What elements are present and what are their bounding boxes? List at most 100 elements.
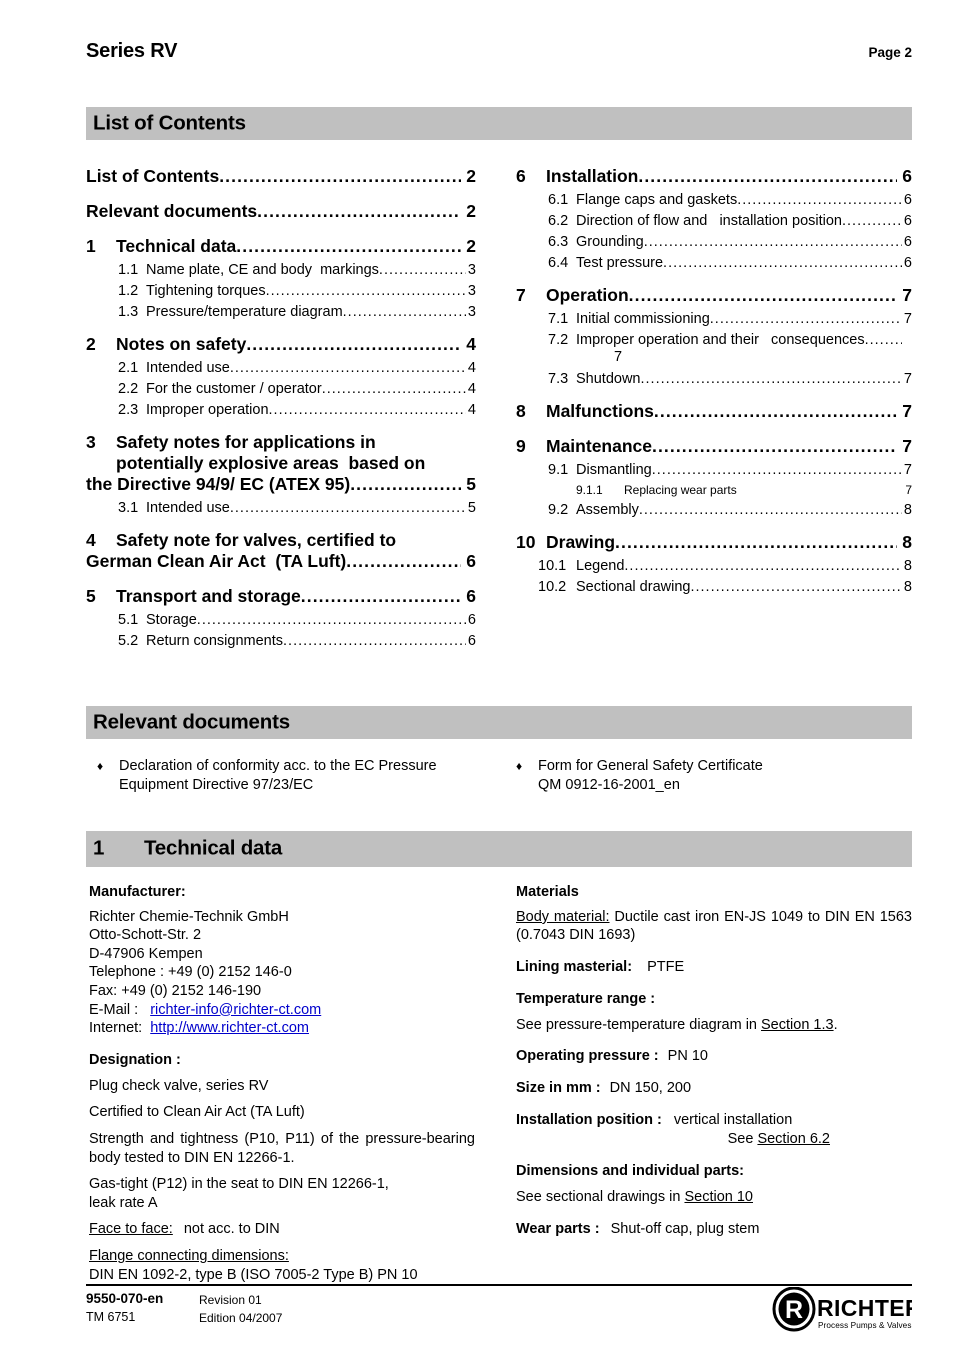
toc-entry-level-2[interactable]: 5.1 Storage .............................… (86, 612, 476, 628)
toc-entry-level-1[interactable]: 3 Safety notes for applications in potenti… (86, 432, 476, 495)
list-item-text: Declaration of conformity acc. to the EC… (119, 757, 497, 795)
toc-entry-text: Initial commissioning (576, 311, 710, 327)
toc-page-number: 6 (461, 586, 476, 606)
toc-entry-level-1[interactable]: 5 Transport and storage .................… (86, 586, 476, 607)
toc-dot-leader: ........................................… (236, 236, 461, 256)
designation-line-1: Plug check valve, series RV (89, 1077, 269, 1094)
website-link[interactable]: http://www.richter-ct.com (150, 1020, 309, 1036)
toc-entry-text: Legend (576, 558, 625, 575)
lining-material-label: Lining masterial: (516, 958, 633, 975)
toc-entry-text: Maintenance (546, 436, 652, 457)
toc-entry-level-2[interactable]: 1.2 Tightening torques ..................… (86, 283, 476, 299)
list-item-text: Form for General Safety Certificate QM 0… (538, 757, 912, 795)
toc-dot-leader: ........................................… (638, 502, 902, 519)
toc-page-number: 5 (461, 474, 476, 494)
toc-entry-level-2[interactable]: 1.1 Name plate, CE and body markings ....… (86, 262, 476, 278)
toc-entry-level-2[interactable]: 1.3 Pressure/temperature diagram ........… (86, 304, 476, 320)
toc-page-number: 6 (461, 551, 476, 571)
toc-entry-level-1[interactable]: Relevant documents .....................… (86, 201, 476, 222)
richter-logo-svg: R RICHTER Process Pumps & Valves (772, 1286, 922, 1332)
toc-entry-text: Drawing (546, 532, 616, 553)
toc-entry-text: Installation (546, 166, 639, 186)
toc-entry-level-2[interactable]: 6.3 Grounding ...........................… (516, 234, 912, 250)
toc-entry-level-2[interactable]: 9.2 Assembly ............................… (516, 502, 912, 518)
toc-entry-level-1[interactable]: 9 Maintenance ...........................… (516, 436, 912, 457)
toc-dot-leader: ........................................… (265, 283, 466, 299)
toc-entry-level-3[interactable]: 9.1.1 Replacing wear parts 7 (516, 483, 912, 497)
face-to-face-value: not acc. to DIN (183, 1221, 280, 1238)
toc-dot-leader: ........................................… (709, 311, 902, 327)
toc-page-number: 7 (897, 436, 912, 457)
toc-page-number: 4 (467, 381, 476, 397)
section-6-2-reference[interactable]: Section 6.2 (757, 1131, 830, 1147)
toc-entry-level-2[interactable]: 3.1 Intended use ........................… (86, 500, 476, 516)
toc-entry-text: Direction of flow and installation posit… (576, 213, 842, 229)
toc-entry-number: 2.3 (118, 402, 139, 418)
toc-entry-level-2[interactable]: 7.1 Initial commissioning ...............… (516, 311, 912, 327)
toc-dot-leader: ........................................… (643, 234, 902, 250)
toc-entry-level-2[interactable]: 6.2 Direction of flow and installation po… (516, 213, 912, 229)
toc-entry-text: the Directive 94/9/ EC (ATEX 95) (86, 474, 351, 494)
toc-entry-level-2[interactable]: 6.4 Test pressure .......................… (516, 255, 912, 271)
toc-entry-level-1[interactable]: 6 Installation ..........................… (516, 166, 912, 187)
toc-entry-text: German Clean Air Act (TA Luft) (86, 551, 347, 571)
toc-dot-leader: ........................................… (737, 192, 902, 208)
toc-dot-leader: ........................................… (321, 381, 466, 397)
toc-entry-level-2[interactable]: 2.2 For the customer / operator .........… (86, 381, 476, 397)
toc-entry-level-2[interactable]: 7.2 Improper operation and their conseque… (516, 332, 912, 366)
body-material-row: Body material: Ductile cast iron EN-JS 1… (516, 908, 912, 945)
toc-entry-level-2[interactable]: 6.1 Flange caps and gaskets .............… (516, 192, 912, 208)
flange-dimensions-row: Flange connecting dimensions: DIN EN 109… (89, 1247, 475, 1284)
toc-entry-level-1[interactable]: 7 Operation .............................… (516, 285, 912, 306)
toc-entry-text: Relevant documents (86, 201, 258, 221)
toc-entry-text: Assembly (576, 502, 639, 519)
toc-entry-level-1[interactable]: 8 Malfunctions ..........................… (516, 401, 912, 422)
footer-tm-number: TM 6751 (86, 1310, 136, 1324)
toc-dot-leader: ........................................… (246, 334, 461, 354)
flange-dimensions-label: Flange connecting dimensions: (89, 1248, 289, 1265)
section-bar-title: Technical data (144, 836, 283, 860)
section-10-reference[interactable]: Section 10 (684, 1189, 753, 1205)
toc-entry-level-1[interactable]: 10 Drawing ..............................… (516, 532, 912, 553)
size-label: Size in mm : (516, 1080, 601, 1097)
toc-entry-text: For the customer / operator (146, 381, 322, 397)
toc-dot-leader: ........................................… (196, 612, 466, 628)
toc-page-number: 6 (903, 213, 912, 229)
manufacturer-city: D-47906 Kempen (89, 945, 203, 962)
installation-position-row: Installation position : vertical install… (516, 1111, 912, 1149)
toc-page-number: 7 (905, 483, 912, 498)
toc-entry-level-2[interactable]: 2.1 Intended use ........................… (86, 360, 476, 376)
toc-entry-level-2[interactable]: 7.3 Shutdown ............................… (516, 371, 912, 387)
email-link[interactable]: richter-info@richter-ct.com (150, 1002, 321, 1018)
dimensions-text: See sectional drawings in (516, 1188, 685, 1205)
designation-gastight: Gas-tight (P12) in the seat to DIN EN 12… (89, 1175, 475, 1212)
document-footer: 9550-070-en TM 6751 Revision 01 Edition … (86, 1286, 922, 1351)
face-to-face-row: Face to face: not acc. to DIN (89, 1220, 475, 1239)
list-item-line: QM 0912-16-2001_en (538, 777, 680, 794)
section-1-3-reference[interactable]: Section 1.3 (761, 1017, 834, 1033)
toc-page-number: 7 (903, 371, 912, 388)
toc-entry-level-1[interactable]: 1 Technical data ........................… (86, 236, 476, 257)
toc-entry-level-2[interactable]: 5.2 Return consignments .................… (86, 633, 476, 649)
toc-entry-text: Notes on safety (116, 334, 247, 354)
toc-entry-level-2[interactable]: 9.1 Dismantling .........................… (516, 462, 912, 478)
toc-entry-level-1[interactable]: List of Contents .......................… (86, 166, 476, 187)
toc-entry-text: Name plate, CE and body markings (146, 262, 379, 278)
manufacturer-street: Otto-Schott-Str. 2 (89, 927, 202, 944)
designation-line-2: Certified to Clean Air Act (TA Luft) (89, 1104, 305, 1121)
gastight-line-1: Gas-tight (P12) in the seat to DIN EN 12… (89, 1176, 389, 1193)
toc-dot-leader: ........................................… (268, 402, 466, 418)
toc-entry-level-1[interactable]: 4 Safety note for valves, certified to Ger… (86, 530, 476, 572)
toc-entry-text: Grounding (576, 234, 644, 250)
toc-entry-number: 5 (86, 586, 96, 606)
toc-page-number: 4 (467, 402, 476, 418)
toc-entry-level-2[interactable]: 2.3 Improper operation ..................… (86, 402, 476, 418)
toc-entry-number: 6.1 (548, 192, 569, 208)
toc-entry-level-1[interactable]: 2 Notes on safety .......................… (86, 334, 476, 355)
toc-dot-leader: ........................................… (624, 558, 902, 575)
toc-entry-level-2[interactable]: 10.2 Sectional drawing ..................… (516, 579, 912, 595)
gastight-line-2: leak rate A (89, 1194, 158, 1211)
toc-dot-leader: ........................................… (638, 166, 898, 186)
toc-entry-level-2[interactable]: 10.1 Legend .............................… (516, 558, 912, 574)
toc-dot-leader: ........................................… (640, 371, 903, 388)
